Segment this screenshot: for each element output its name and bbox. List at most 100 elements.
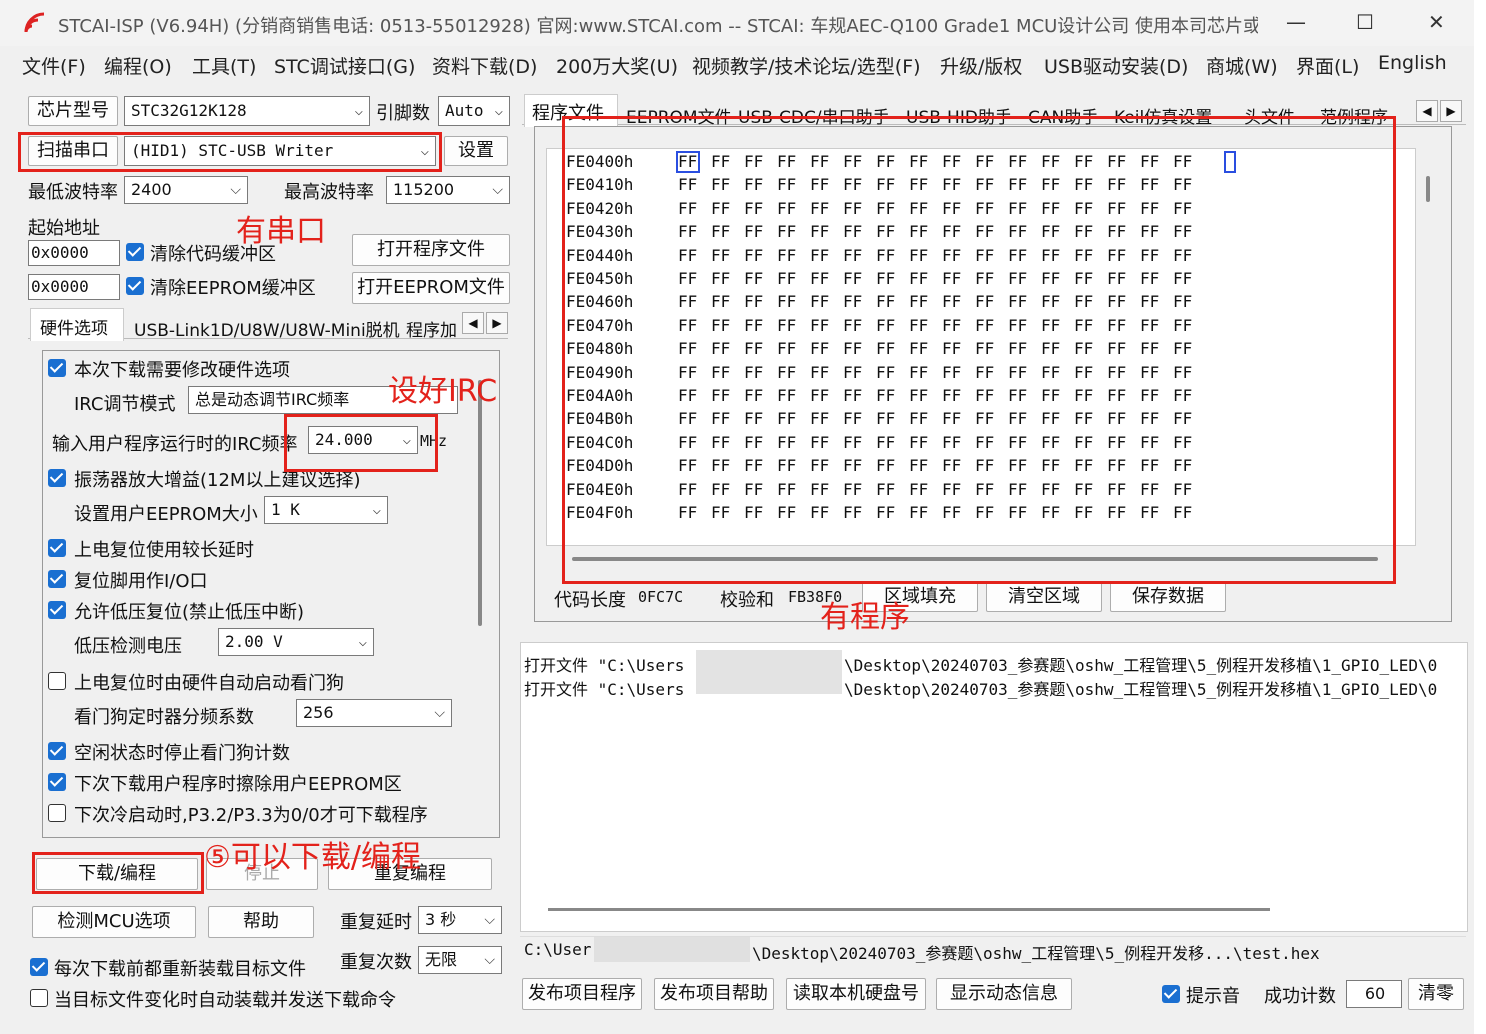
check-mcu-button[interactable]: 检测MCU选项 [32,906,196,938]
tab-scroll-left-icon[interactable]: ◀ [1416,100,1438,122]
menu-video[interactable]: 视频教学/技术论坛/选型(F) [692,52,921,79]
pins-select[interactable]: Auto ⌵ [438,96,510,126]
repeat-count-label: 重复次数 [340,952,412,973]
max-baud-select[interactable]: 115200 ⌵ [386,176,510,204]
hex-view-vscrollbar[interactable] [1426,176,1430,202]
chevron-down-icon: ⌵ [358,634,367,650]
wdt-auto-checkbox[interactable] [48,672,66,690]
log-line-2-suffix: \Desktop\20240703_参赛题\oshw_工程管理\5_例程开发移植… [844,680,1438,699]
help-button[interactable]: 帮助 [208,906,314,938]
por-delay-checkbox[interactable] [48,539,66,557]
clear-code-checkbox[interactable] [126,243,144,261]
tab-program-encrypt[interactable]: 程序加 [406,316,457,341]
program-data-highlight [562,116,1396,584]
menu-download[interactable]: 资料下载(D) [432,52,537,79]
code-start-address-input[interactable]: 0x0000 [28,240,120,266]
menu-english[interactable]: English [1378,52,1447,74]
min-baud-label: 最低波特率 [28,182,118,203]
cold-boot-checkbox[interactable] [48,804,66,822]
read-disk-id-button[interactable]: 读取本机硬盘号 [786,978,926,1010]
annotation-download: ⑤可以下载/编程 [204,840,422,875]
irc-mode-value: 总是动态调节IRC频率 [195,390,350,409]
wdt-div-select[interactable]: 256 ⌵ [296,699,452,727]
close-icon[interactable]: ✕ [1428,10,1445,34]
log-line-1-prefix: 打开文件 "C:\Users [524,656,685,675]
menu-prize[interactable]: 200万大奖(U) [556,52,678,79]
menu-file[interactable]: 文件(F) [22,52,86,79]
redacted-block [696,650,842,694]
chevron-down-icon: ⌵ [492,182,503,198]
window-title: STCAI-ISP (V6.94H) (分销商销售电话: 0513-550129… [58,16,1258,37]
auto-reload-checkbox[interactable] [30,989,48,1007]
pins-label: 引脚数 [376,103,430,124]
irc-mode-label: IRC调节模式 [74,394,176,415]
menu-tools[interactable]: 工具(T) [192,52,256,79]
clear-eeprom-checkbox[interactable] [126,277,144,295]
menu-usb-driver[interactable]: USB驱动安装(D) [1044,52,1188,79]
open-program-file-button[interactable]: 打开程序文件 [352,234,510,266]
modify-hw-options-checkbox[interactable] [48,359,66,377]
download-button-highlight [32,852,204,894]
chip-model-select[interactable]: STC32G12K128 ⌵ [124,96,370,126]
osc-gain-checkbox[interactable] [48,469,66,487]
settings-button[interactable]: 设置 [444,136,508,166]
serial-port-highlight [18,132,442,172]
menu-debug[interactable]: STC调试接口(G) [274,52,415,79]
beep-checkbox[interactable] [1162,985,1180,1003]
annotation-program: 有程序 [820,600,910,635]
repeat-count-select[interactable]: 无限 ⌵ [418,946,502,974]
tab-scroll-right-icon[interactable]: ▶ [1440,100,1462,122]
auto-reload-label: 当目标文件变化时自动装载并发送下载命令 [54,990,396,1011]
reset-pin-io-checkbox[interactable] [48,570,66,588]
clear-count-button[interactable]: 清零 [1408,978,1464,1010]
code-length-value: 0FC7C [638,588,684,606]
path-suffix: \Desktop\20240703_参赛题\oshw_工程管理\5_例程开发移.… [752,944,1320,963]
clear-area-button[interactable]: 清空区域 [986,582,1102,612]
max-baud-label: 最高波特率 [284,182,374,203]
tab-scroll-left-icon[interactable]: ◀ [462,312,484,334]
tab-hardware[interactable]: 硬件选项 [40,314,108,339]
erase-eeprom-checkbox[interactable] [48,773,66,791]
wdt-idle-checkbox[interactable] [48,742,66,760]
publish-help-button[interactable]: 发布项目帮助 [654,978,774,1010]
eeprom-size-select[interactable]: 1 K ⌵ [264,496,388,524]
save-data-button[interactable]: 保存数据 [1110,582,1226,612]
app-logo-icon [24,12,46,34]
menu-shop[interactable]: 商城(W) [1206,52,1278,79]
minimize-icon[interactable]: — [1286,10,1306,34]
chip-model-button[interactable]: 芯片型号 [28,96,118,126]
log-line-2-prefix: 打开文件 "C:\Users [524,680,685,699]
chevron-down-icon: ⌵ [434,705,445,721]
menu-interface[interactable]: 界面(L) [1296,52,1359,79]
tab-usb-link[interactable]: USB-Link1D/U8W/U8W-Mini脱机 [134,316,400,341]
title-bar: STCAI-ISP (V6.94H) (分销商销售电话: 0513-550129… [0,0,1474,46]
redacted-block [594,936,750,962]
reset-pin-io-label: 复位脚用作I/O口 [74,571,208,592]
modify-hw-options-label: 本次下载需要修改硬件选项 [74,360,290,381]
lvd-select[interactable]: 2.00 V ⌵ [218,628,374,656]
reload-each-checkbox[interactable] [30,958,48,976]
annotation-serial: 有串口 [236,214,326,249]
hardware-options-scrollbar[interactable] [478,380,482,626]
menu-upgrade[interactable]: 升级/版权 [940,52,1022,79]
log-line-1-suffix: \Desktop\20240703_参赛题\oshw_工程管理\5_例程开发移植… [844,656,1438,675]
chevron-down-icon: ⌵ [230,182,241,198]
maximize-icon[interactable]: ☐ [1356,10,1374,34]
repeat-delay-select[interactable]: 3 秒 ⌵ [418,906,502,934]
wdt-div-label: 看门狗定时器分频系数 [74,707,254,728]
repeat-delay-label: 重复延时 [340,912,412,933]
min-baud-value: 2400 [131,180,172,199]
menu-program[interactable]: 编程(O) [104,52,172,79]
lvr-checkbox[interactable] [48,601,66,619]
chevron-down-icon: ⌵ [494,103,503,119]
publish-program-button[interactable]: 发布项目程序 [522,978,642,1010]
show-dynamic-info-button[interactable]: 显示动态信息 [936,978,1072,1010]
log-hscrollbar[interactable] [548,908,1270,911]
eeprom-start-address-input[interactable]: 0x0000 [28,274,120,300]
tab-scroll-right-icon[interactable]: ▶ [486,312,508,334]
cold-boot-label: 下次冷启动时,P3.2/P3.3为0/0才可下载程序 [74,805,428,826]
lvr-label: 允许低压复位(禁止低压中断) [74,602,305,623]
eeprom-size-value: 1 K [271,500,300,519]
min-baud-select[interactable]: 2400 ⌵ [124,176,248,204]
open-eeprom-file-button[interactable]: 打开EEPROM文件 [352,272,510,304]
